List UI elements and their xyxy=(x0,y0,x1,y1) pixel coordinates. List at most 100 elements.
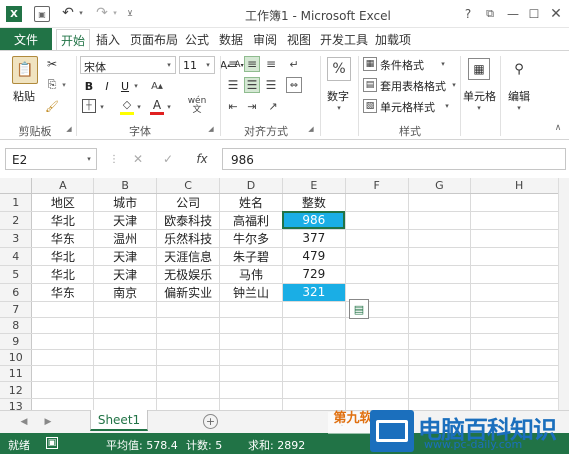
underline-icon[interactable]: U xyxy=(118,78,132,94)
cell[interactable] xyxy=(156,398,221,410)
format-as-table-icon[interactable]: ▤ xyxy=(363,78,377,92)
cell[interactable]: 钟兰山 xyxy=(219,283,283,302)
cell[interactable] xyxy=(345,229,409,248)
cell[interactable] xyxy=(31,365,95,383)
align-right-icon[interactable]: ☰ xyxy=(263,77,279,93)
cell[interactable] xyxy=(345,381,409,399)
cell[interactable]: 377 xyxy=(282,229,346,248)
pinyin-icon[interactable]: wén 文 xyxy=(183,96,211,116)
cell[interactable] xyxy=(282,365,346,383)
cell[interactable]: 479 xyxy=(282,247,346,266)
cell[interactable]: 朱子碧 xyxy=(219,247,283,266)
row-header[interactable]: 3 xyxy=(0,229,33,248)
quick-analysis-icon[interactable]: ▤ xyxy=(349,299,369,319)
cell[interactable] xyxy=(156,349,221,367)
cell[interactable] xyxy=(219,349,283,367)
sheet-tab-sheet1[interactable]: Sheet1 xyxy=(90,410,148,431)
cell[interactable]: 729 xyxy=(282,265,346,284)
cell[interactable] xyxy=(219,301,283,318)
cell[interactable]: 欧泰科技 xyxy=(156,211,221,230)
italic-icon[interactable]: I xyxy=(100,78,114,94)
cell[interactable]: 986 xyxy=(282,211,346,230)
cell[interactable] xyxy=(31,381,95,399)
cell[interactable] xyxy=(156,381,221,399)
cell[interactable]: 城市 xyxy=(93,193,158,212)
orientation-icon[interactable]: ↗ xyxy=(265,98,281,114)
cell[interactable]: 321 xyxy=(282,283,346,302)
select-all-corner[interactable] xyxy=(0,178,33,194)
add-sheet-icon[interactable]: + xyxy=(203,414,218,429)
next-sheet-icon[interactable]: ▶ xyxy=(42,415,54,429)
cell[interactable]: 公司 xyxy=(156,193,221,212)
copy-icon[interactable]: ⎘ xyxy=(44,77,60,93)
cell[interactable] xyxy=(470,247,568,266)
tab-review[interactable]: 审阅 xyxy=(253,30,277,48)
font-launcher-icon[interactable]: ◢ xyxy=(206,124,216,134)
cell[interactable] xyxy=(93,349,158,367)
cell[interactable] xyxy=(93,301,158,318)
number-button-label[interactable]: 数字 xyxy=(327,88,349,104)
cell[interactable]: 天津 xyxy=(93,265,158,284)
cell[interactable]: 地区 xyxy=(31,193,95,212)
cell[interactable] xyxy=(219,333,283,351)
cell[interactable]: 天津 xyxy=(93,211,158,230)
column-header[interactable]: G xyxy=(408,178,472,194)
cell[interactable]: 乐然科技 xyxy=(156,229,221,248)
underline-dropdown-icon[interactable]: ▾ xyxy=(132,78,140,94)
cell[interactable] xyxy=(408,317,472,334)
cell[interactable]: 高福利 xyxy=(219,211,283,230)
format-as-table-button[interactable]: 套用表格格式 xyxy=(380,78,446,94)
cell[interactable]: 马伟 xyxy=(219,265,283,284)
align-center-icon[interactable]: ☰ xyxy=(244,77,260,93)
cell[interactable] xyxy=(345,265,409,284)
cell-grid[interactable]: A B C D E F G H 1 地区 城市 公司 姓名 整数 2 华北 天津 欧泰科技 高福利 986 3 华东 温州乐… xyxy=(0,178,569,410)
cell[interactable] xyxy=(345,349,409,367)
macro-record-icon[interactable]: ▣ xyxy=(46,437,58,449)
paste-button-label[interactable]: 粘贴 xyxy=(13,88,35,104)
cell[interactable] xyxy=(156,301,221,318)
row-header[interactable]: 1 xyxy=(0,193,33,212)
cell[interactable] xyxy=(345,398,409,410)
row-header[interactable]: 13 xyxy=(0,398,33,410)
cut-icon[interactable]: ✂ xyxy=(44,56,60,72)
cell[interactable] xyxy=(219,365,283,383)
customize-qat-icon[interactable]: ⊻ xyxy=(124,4,136,22)
cell[interactable] xyxy=(470,317,568,334)
undo-dropdown-icon[interactable]: ▾ xyxy=(77,4,85,22)
cell-styles-icon[interactable]: ▧ xyxy=(363,99,377,113)
cells-icon[interactable]: ▦ xyxy=(468,58,490,80)
tab-formulas[interactable]: 公式 xyxy=(185,30,209,48)
maximize-icon[interactable]: ☐ xyxy=(526,6,542,22)
cell-styles-button[interactable]: 单元格样式 xyxy=(380,99,435,115)
redo-dropdown-icon[interactable]: ▾ xyxy=(111,4,119,22)
cell[interactable] xyxy=(93,381,158,399)
align-middle-icon[interactable]: ≡ xyxy=(244,56,260,72)
decrease-indent-icon[interactable]: ⇤ xyxy=(225,98,241,114)
cell[interactable]: 天涯信息 xyxy=(156,247,221,266)
close-icon[interactable]: ✕ xyxy=(548,6,564,22)
ribbon-display-icon[interactable]: ⧉ xyxy=(482,6,498,22)
tab-addins[interactable]: 加载项 xyxy=(375,30,411,48)
collapse-ribbon-icon[interactable]: ∧ xyxy=(552,122,564,134)
name-box[interactable]: E2 ▾ xyxy=(5,148,97,170)
column-header[interactable]: C xyxy=(156,178,221,194)
fill-color-icon[interactable]: ◇ xyxy=(120,97,134,115)
chevron-down-icon[interactable]: ▾ xyxy=(443,99,451,113)
worksheet-grid[interactable]: A B C D E F G H 1 地区 城市 公司 姓名 整数 2 华北 天津 欧泰科技 高福利 986 3 华东 温州乐… xyxy=(0,178,569,410)
column-header[interactable]: E xyxy=(282,178,346,194)
cell[interactable]: 温州 xyxy=(93,229,158,248)
cell[interactable] xyxy=(408,301,472,318)
editing-button-label[interactable]: 编辑 xyxy=(508,88,530,104)
row-header[interactable]: 9 xyxy=(0,333,33,351)
row-header[interactable]: 5 xyxy=(0,265,33,284)
cell[interactable] xyxy=(408,211,472,230)
row-header[interactable]: 6 xyxy=(0,283,33,302)
number-dropdown-icon[interactable]: ▾ xyxy=(334,103,344,113)
cell[interactable]: 华北 xyxy=(31,211,95,230)
cell[interactable] xyxy=(31,398,95,410)
cells-dropdown-icon[interactable]: ▾ xyxy=(474,103,484,113)
cell[interactable] xyxy=(345,193,409,212)
cell[interactable] xyxy=(470,301,568,318)
cell[interactable] xyxy=(470,211,568,230)
cell[interactable] xyxy=(93,365,158,383)
